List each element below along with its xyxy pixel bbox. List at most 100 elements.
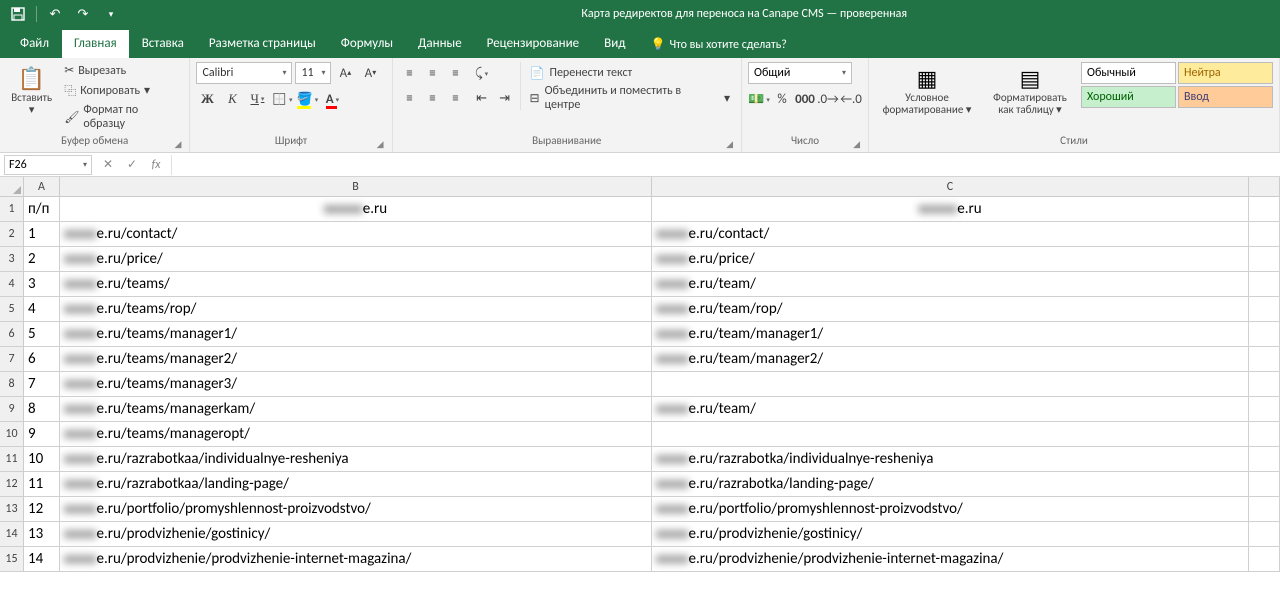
cell[interactable]: xxxxxe.ru/teams/rop/ [60, 297, 652, 321]
formula-input[interactable] [171, 155, 1280, 175]
increase-indent-button[interactable]: ⇥ [494, 87, 516, 109]
cell[interactable]: 12 [24, 497, 60, 521]
redo-button[interactable]: ↷ [71, 2, 95, 26]
row-header[interactable]: 14 [0, 522, 24, 546]
cell[interactable]: xxxxxe.ru/razrabotkaa/landing-page/ [60, 472, 652, 496]
underline-button[interactable]: Ч [246, 88, 268, 110]
cell[interactable]: 4 [24, 297, 60, 321]
format-as-table-button[interactable]: ▤ Форматировать как таблицу ▾ [983, 62, 1077, 118]
comma-button[interactable]: 000 [794, 88, 816, 110]
cell[interactable] [1249, 522, 1280, 546]
percent-button[interactable]: % [771, 88, 793, 110]
dialog-launcher[interactable]: ◢ [726, 139, 733, 150]
tab-insert[interactable]: Вставка [130, 30, 196, 58]
cell[interactable]: xxxxxxe.ru [60, 197, 652, 221]
align-middle-button[interactable]: ≡ [422, 62, 444, 84]
style-good[interactable]: Хороший [1081, 86, 1176, 108]
row-header[interactable]: 8 [0, 372, 24, 396]
cell[interactable]: xxxxxe.ru/portfolio/promyshlennost-proiz… [60, 497, 652, 521]
col-header-b[interactable]: B [60, 177, 652, 196]
align-left-button[interactable]: ≡ [399, 87, 421, 109]
row-header[interactable]: 5 [0, 297, 24, 321]
format-painter-button[interactable]: 🖌Формат по образцу [61, 102, 183, 132]
row-header[interactable]: 15 [0, 547, 24, 571]
align-right-button[interactable]: ≡ [445, 87, 467, 109]
cell[interactable] [1249, 397, 1280, 421]
style-neutral[interactable]: Нейтра [1178, 62, 1273, 84]
row-header[interactable]: 12 [0, 472, 24, 496]
col-header-d[interactable] [1249, 177, 1280, 196]
number-format-select[interactable]: Общий▾ [748, 62, 852, 84]
cell[interactable]: xxxxxe.ru/contact/ [60, 222, 652, 246]
cell[interactable]: xxxxxe.ru/prodvizhenie/prodvizhenie-inte… [652, 547, 1249, 571]
cell[interactable] [1249, 372, 1280, 396]
cell[interactable]: 1 [24, 222, 60, 246]
cell[interactable]: xxxxxe.ru/team/manager2/ [652, 347, 1249, 371]
cell[interactable]: 3 [24, 272, 60, 296]
dialog-launcher[interactable]: ◢ [175, 139, 182, 150]
cell[interactable]: xxxxxe.ru/teams/managerkam/ [60, 397, 652, 421]
enter-button[interactable]: ✓ [121, 155, 143, 175]
cell[interactable] [1249, 497, 1280, 521]
cell[interactable]: xxxxxxe.ru [652, 197, 1249, 221]
tab-review[interactable]: Рецензирование [475, 30, 591, 58]
cell[interactable]: xxxxxe.ru/teams/manageropt/ [60, 422, 652, 446]
cell[interactable]: 10 [24, 447, 60, 471]
cell[interactable]: xxxxxe.ru/prodvizhenie/gostinicy/ [60, 522, 652, 546]
borders-button[interactable] [271, 88, 293, 110]
cell[interactable]: xxxxxe.ru/price/ [60, 247, 652, 271]
cell[interactable] [1249, 247, 1280, 271]
dialog-launcher[interactable]: ◢ [377, 139, 384, 150]
cell[interactable] [1249, 222, 1280, 246]
cell[interactable] [652, 372, 1249, 396]
wrap-text-button[interactable]: 📄Перенести текст [525, 62, 735, 84]
italic-button[interactable]: К [221, 88, 243, 110]
cell[interactable]: 14 [24, 547, 60, 571]
cell[interactable]: 6 [24, 347, 60, 371]
cell[interactable] [1249, 447, 1280, 471]
font-color-button[interactable]: A [321, 88, 343, 110]
cell[interactable]: xxxxxe.ru/teams/manager2/ [60, 347, 652, 371]
cell[interactable]: 9 [24, 422, 60, 446]
cell[interactable]: xxxxxe.ru/teams/manager3/ [60, 372, 652, 396]
cell[interactable]: xxxxxe.ru/razrabotka/individualnye-reshe… [652, 447, 1249, 471]
cell[interactable]: xxxxxe.ru/team/manager1/ [652, 322, 1249, 346]
row-header[interactable]: 1 [0, 197, 24, 221]
accounting-format-button[interactable]: 💵 [748, 88, 770, 110]
style-normal[interactable]: Обычный [1081, 62, 1176, 84]
cell[interactable]: 13 [24, 522, 60, 546]
cell[interactable] [1249, 472, 1280, 496]
cell[interactable]: xxxxxe.ru/team/rop/ [652, 297, 1249, 321]
cell[interactable]: 5 [24, 322, 60, 346]
paste-button[interactable]: 📋 Вставить▾ [6, 62, 57, 118]
cell[interactable]: xxxxxe.ru/portfolio/promyshlennost-proiz… [652, 497, 1249, 521]
increase-decimal-button[interactable]: .0→ [817, 88, 839, 110]
tab-home[interactable]: Главная [62, 30, 129, 58]
cell[interactable] [1249, 297, 1280, 321]
col-header-a[interactable]: A [24, 177, 60, 196]
row-header[interactable]: 13 [0, 497, 24, 521]
cell[interactable]: xxxxxe.ru/team/ [652, 272, 1249, 296]
name-box[interactable]: F26▾ [4, 155, 92, 175]
row-header[interactable]: 11 [0, 447, 24, 471]
decrease-decimal-button[interactable]: ←.0 [840, 88, 862, 110]
row-header[interactable]: 7 [0, 347, 24, 371]
cell[interactable]: xxxxxe.ru/prodvizhenie/prodvizhenie-inte… [60, 547, 652, 571]
tab-page-layout[interactable]: Разметка страницы [197, 30, 328, 58]
copy-button[interactable]: ⿻Копировать ▾ [61, 81, 183, 100]
cell[interactable] [1249, 322, 1280, 346]
cell[interactable] [652, 422, 1249, 446]
style-input[interactable]: Ввод [1178, 86, 1273, 108]
cell[interactable]: xxxxxe.ru/razrabotka/landing-page/ [652, 472, 1249, 496]
cell[interactable] [1249, 422, 1280, 446]
select-all-button[interactable] [0, 177, 24, 196]
row-header[interactable]: 2 [0, 222, 24, 246]
cell[interactable] [1249, 272, 1280, 296]
row-header[interactable]: 4 [0, 272, 24, 296]
col-header-c[interactable]: C [652, 177, 1249, 196]
cell[interactable]: xxxxxe.ru/price/ [652, 247, 1249, 271]
align-bottom-button[interactable]: ≡ [445, 62, 467, 84]
cell[interactable]: xxxxxe.ru/prodvizhenie/gostinicy/ [652, 522, 1249, 546]
align-center-button[interactable]: ≡ [422, 87, 444, 109]
cell[interactable]: 2 [24, 247, 60, 271]
